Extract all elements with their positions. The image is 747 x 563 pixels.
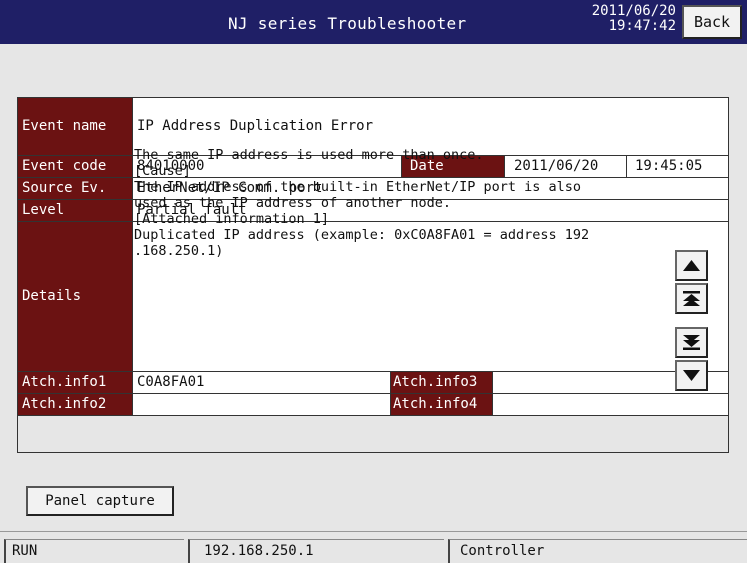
details-line: The IP address of the built-in EtherNet/… [134,179,582,195]
page-down-icon [683,335,700,350]
details-line: Duplicated IP address (example: 0xC0A8FA… [134,227,590,243]
atch-info1-value: C0A8FA01 [133,372,391,394]
back-button[interactable]: Back [682,5,742,39]
page-up-icon [683,291,700,306]
atch-info1-label: Atch.info1 [18,372,133,394]
details-text: The same IP address is used more than on… [134,147,634,259]
time-value: 19:45:05 [627,156,728,178]
datetime-display: 2011/06/20 19:47:42 [568,4,676,34]
app-title: NJ series Troubleshooter [228,14,467,33]
details-line: The same IP address is used more than on… [134,147,484,163]
details-line: [Cause] [134,163,191,179]
atch-info2-label: Atch.info2 [18,394,133,416]
event-name-label: Event name [18,98,133,156]
current-date: 2011/06/20 [591,3,676,19]
atch-info4-label: Atch.info4 [391,394,493,416]
table-footer-gap [18,416,728,452]
scroll-up-button[interactable] [675,250,708,281]
details-line: used as the IP address of another node. [134,195,451,211]
atch-info3-label: Atch.info3 [391,372,493,394]
status-separator [0,531,747,532]
details-line: .168.250.1) [134,243,224,259]
level-label: Level [18,200,133,222]
event-code-label: Event code [18,156,133,178]
current-time: 19:47:42 [608,18,676,34]
atch-info2-value [133,394,391,416]
up-arrow-icon [683,260,700,271]
title-bar: NJ series Troubleshooter 2011/06/20 19:4… [0,0,747,44]
status-device: Controller [448,539,747,563]
atch-info4-value [493,394,728,416]
scroll-down-button[interactable] [675,360,708,391]
details-label: Details [18,222,133,372]
panel-capture-button[interactable]: Panel capture [26,486,174,516]
status-mode: RUN [4,539,184,563]
down-arrow-icon [683,370,700,381]
details-line: [Attached information 1] [134,211,330,227]
page-down-button[interactable] [675,327,708,358]
status-ip: 192.168.250.1 [188,539,444,563]
source-label: Source Ev. [18,178,133,200]
page-up-button[interactable] [675,283,708,314]
